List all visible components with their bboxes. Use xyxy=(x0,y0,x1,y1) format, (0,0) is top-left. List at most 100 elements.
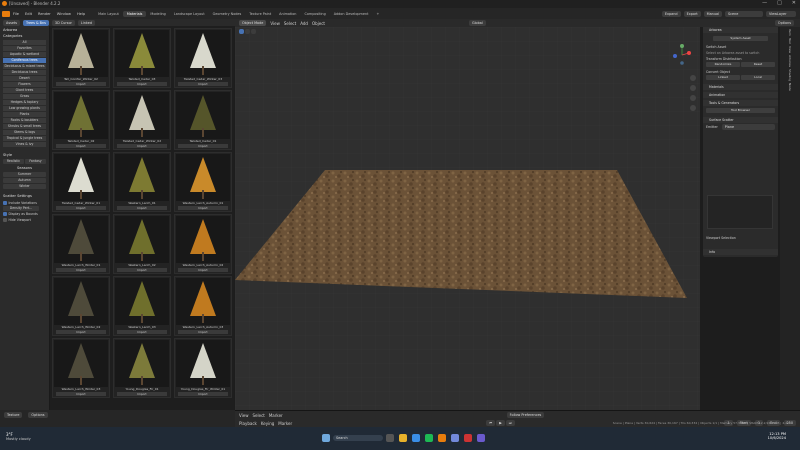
weather-widget[interactable]: 3°F Mostly cloudy xyxy=(6,432,31,441)
taskbar-search[interactable]: Search xyxy=(333,435,383,441)
keying-menu[interactable]: Keying xyxy=(261,421,274,426)
import-method-selector[interactable]: Linked xyxy=(77,19,95,26)
pan-icon[interactable] xyxy=(690,85,696,91)
viewport-selection-label[interactable]: Viewport Selection xyxy=(703,235,739,241)
n-tab-view[interactable]: View xyxy=(788,46,792,53)
timeline-menu-view[interactable]: View xyxy=(239,413,249,418)
edge-icon[interactable] xyxy=(412,434,420,442)
minimize-button[interactable]: — xyxy=(762,0,767,6)
menu-window[interactable]: Window xyxy=(54,12,74,16)
tab-addon-development[interactable]: Addon Development xyxy=(330,11,373,17)
orientation-selector[interactable]: Global xyxy=(468,20,486,26)
timeline-menu-select[interactable]: Select xyxy=(253,413,265,418)
ortho-icon[interactable] xyxy=(690,105,696,111)
info-section[interactable]: Info xyxy=(703,249,778,255)
import-button[interactable]: Import xyxy=(56,330,106,334)
camera-icon[interactable] xyxy=(690,95,696,101)
category-all[interactable]: All xyxy=(3,40,46,45)
category-rocks-boulders[interactable]: Rocks & boulders xyxy=(3,118,46,123)
follow-preferences-selector[interactable]: Follow Preferences xyxy=(506,412,545,418)
task-view-icon[interactable] xyxy=(386,434,394,442)
style-fantasy-button[interactable]: Fantasy xyxy=(25,159,46,164)
import-button[interactable]: Import xyxy=(56,206,106,210)
import-button[interactable]: Import xyxy=(178,206,228,210)
category-low-growing-plants[interactable]: Low growing plants xyxy=(3,106,46,111)
category-plants[interactable]: Plants xyxy=(3,112,46,117)
n-tab-arborea[interactable]: Arborea xyxy=(788,55,792,67)
category-desert[interactable]: Desert xyxy=(3,76,46,81)
tab-texture-paint[interactable]: Texture Paint xyxy=(245,11,275,17)
scene-selector[interactable]: Scene xyxy=(725,10,763,17)
editor-type-selector[interactable]: Assets xyxy=(3,19,21,26)
n-tab-tool[interactable]: Tool xyxy=(788,38,792,44)
import-button[interactable]: Import xyxy=(178,144,228,148)
asset-card[interactable]: Western_Larch_02 Import xyxy=(113,214,171,274)
menu-help[interactable]: Help xyxy=(74,12,88,16)
asset-card[interactable]: Western_Larch_Autumn_01 Import xyxy=(174,152,232,212)
import-button[interactable]: Import xyxy=(178,82,228,86)
viewport-menu-add[interactable]: Add xyxy=(300,21,308,26)
scatter-list[interactable] xyxy=(707,195,773,229)
category-tropical-jungle-trees[interactable]: Tropical & jungle trees xyxy=(3,136,46,141)
add-workspace-icon[interactable]: + xyxy=(372,11,383,17)
import-button[interactable]: Import xyxy=(178,392,228,396)
move-tool-icon[interactable] xyxy=(245,29,250,34)
import-button[interactable]: Import xyxy=(117,330,167,334)
manual-button[interactable]: Manual xyxy=(703,10,722,17)
n-tab-node[interactable]: Node xyxy=(788,83,792,91)
viewport-menu-select[interactable]: Select xyxy=(284,21,296,26)
app-icon[interactable] xyxy=(464,434,472,442)
category-deciduous-mixed-trees[interactable]: Deciduous & mixed trees xyxy=(3,64,46,69)
playback-menu[interactable]: Playback xyxy=(239,421,257,426)
category-vines-ivy[interactable]: Vines & ivy xyxy=(3,142,46,147)
asset-card[interactable]: Western_Larch_Winter_02 Import xyxy=(52,276,110,336)
viewlayer-selector[interactable]: ViewLayer xyxy=(766,10,796,17)
category-coniferous-trees[interactable]: Coniferous trees xyxy=(3,58,46,63)
season-winter-button[interactable]: Winter xyxy=(3,184,46,189)
animation-section[interactable]: Animation xyxy=(703,92,778,98)
blender-taskbar-icon[interactable] xyxy=(438,434,446,442)
export-button[interactable]: Export xyxy=(683,10,701,17)
tab-landscape-layout[interactable]: Landscape Layout xyxy=(170,11,209,17)
close-button[interactable]: ✕ xyxy=(792,0,796,6)
asset-card[interactable]: Young_Douglas_Fir_01 Import xyxy=(113,338,171,398)
import-button[interactable]: Import xyxy=(56,268,106,272)
system-asset-button[interactable]: System Asset xyxy=(713,36,768,41)
hide-viewport-checkbox[interactable]: Hide Viewport xyxy=(0,217,49,223)
season-autumn-button[interactable]: Autumn xyxy=(3,178,46,183)
tool-browser-button[interactable]: Tool Browser xyxy=(706,108,775,113)
menu-file[interactable]: File xyxy=(10,12,22,16)
asset-card[interactable]: Twisted_Cedar_Winter_03 Import xyxy=(174,28,232,88)
viewport-menu-view[interactable]: View xyxy=(270,21,280,26)
status-options-button[interactable]: Options xyxy=(28,412,48,418)
tab-compositing[interactable]: Compositing xyxy=(300,11,329,17)
object-mode-selector[interactable]: Object Mode xyxy=(239,20,267,26)
category-stems-logs[interactable]: Stems & logs xyxy=(3,130,46,135)
asset-card[interactable]: Tall_Conifer_Winter_02 Import xyxy=(52,28,110,88)
asset-card[interactable]: Western_Larch_01 Import xyxy=(113,152,171,212)
expand-button[interactable]: Expand xyxy=(661,10,681,17)
category-aquatic-wetland[interactable]: Aquatic & wetland xyxy=(3,52,46,57)
import-button[interactable]: Import xyxy=(178,268,228,272)
asset-card[interactable]: Twisted_Cedar_Winter_02 Import xyxy=(113,90,171,150)
asset-card[interactable]: Young_Douglas_Fir_Winter_01 Import xyxy=(174,338,232,398)
category-deciduous-trees[interactable]: Deciduous trees xyxy=(3,70,46,75)
style-realistic-button[interactable]: Realistic xyxy=(3,159,24,164)
start-icon[interactable] xyxy=(322,434,330,442)
import-button[interactable]: Import xyxy=(178,330,228,334)
tab-animation[interactable]: Animation xyxy=(275,11,300,17)
import-button[interactable]: Import xyxy=(56,144,106,148)
emitter-selector[interactable]: Plane xyxy=(721,124,775,130)
season-summer-button[interactable]: Summer xyxy=(3,172,46,177)
menu-render[interactable]: Render xyxy=(35,12,54,16)
zoom-icon[interactable] xyxy=(690,75,696,81)
import-button[interactable]: Import xyxy=(117,144,167,148)
library-selector[interactable]: Trees & Bns xyxy=(23,19,49,26)
texture-button[interactable]: Texture xyxy=(4,412,23,418)
asset-card[interactable]: Western_Larch_03 Import xyxy=(113,276,171,336)
import-button[interactable]: Import xyxy=(56,392,106,396)
tools-generators-section[interactable]: Tools & Generators xyxy=(703,100,778,106)
tab-modeling[interactable]: Modeling xyxy=(146,11,169,17)
local-button[interactable]: Local xyxy=(741,75,775,80)
category-favorites[interactable]: Favorites xyxy=(3,46,46,51)
